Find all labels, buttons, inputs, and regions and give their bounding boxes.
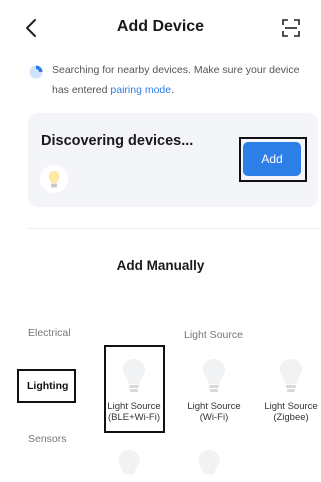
- category-lighting[interactable]: Lighting: [27, 380, 68, 392]
- search-notice-line2: has entered pairing mode.: [52, 84, 174, 96]
- device-light-source-ble-wifi[interactable]: Light Source (BLE+Wi-Fi): [94, 357, 174, 423]
- device-light-source-wifi[interactable]: Light Source (Wi-Fi): [174, 357, 254, 423]
- device-label-line2: (Zigbee): [273, 412, 309, 423]
- loading-spinner-icon: [29, 65, 43, 79]
- device-label-line1: Light Source: [107, 401, 161, 412]
- device-label-line2: (BLE+Wi-Fi): [108, 412, 160, 423]
- divider: [28, 228, 321, 229]
- notice-prefix: has entered: [52, 84, 111, 96]
- light-bulb-icon: [280, 359, 302, 392]
- light-bulb-icon: [198, 449, 220, 475]
- device-label-line1: Light Source: [187, 401, 241, 412]
- notice-suffix: .: [171, 84, 175, 96]
- header: Add Device: [0, 0, 321, 56]
- search-notice-line1: Searching for nearby devices. Make sure …: [52, 64, 300, 76]
- discover-card: Discovering devices... Add: [28, 113, 318, 207]
- page-title: Add Device: [116, 18, 205, 35]
- category-electrical[interactable]: Electrical: [28, 327, 71, 339]
- device-light-source-zigbee[interactable]: Light Source (Zigbee): [251, 357, 321, 423]
- discovered-device-thumb: [40, 165, 68, 193]
- light-bulb-icon: [118, 449, 140, 475]
- device-label-line2: (Wi-Fi): [199, 412, 229, 423]
- light-bulb-icon: [203, 359, 225, 392]
- category-sensors[interactable]: Sensors: [28, 433, 67, 445]
- pairing-mode-link[interactable]: pairing mode: [110, 84, 171, 96]
- group-title-light-source: Light Source: [184, 329, 243, 341]
- light-bulb-icon: [48, 171, 60, 188]
- discover-title: Discovering devices...: [41, 133, 194, 149]
- scan-frame-icon[interactable]: [281, 18, 301, 38]
- add-button[interactable]: Add: [243, 142, 301, 176]
- device-label-line1: Light Source: [264, 401, 318, 412]
- add-manually-title: Add Manually: [116, 258, 205, 273]
- light-bulb-icon: [123, 359, 145, 392]
